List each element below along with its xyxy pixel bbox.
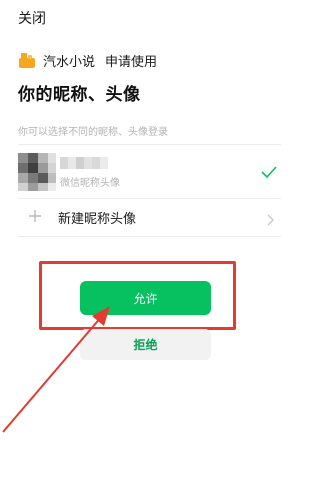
account-nickname-blurred	[60, 154, 108, 169]
close-button[interactable]: 关闭	[18, 8, 46, 28]
wechat-profile-option[interactable]: 微信昵称头像	[18, 146, 281, 196]
allow-button[interactable]: 允许	[80, 281, 211, 315]
app-name: 汽水小说	[43, 54, 96, 70]
new-profile-label: 新建昵称头像	[58, 212, 137, 227]
hint-text: 你可以选择不同的昵称、头像登录	[18, 127, 168, 138]
divider	[18, 144, 281, 145]
divider	[18, 236, 281, 237]
request-text: 申请使用	[105, 54, 158, 70]
app-request-row: 汽水小说 申请使用	[18, 50, 157, 70]
app-logo-icon	[18, 51, 36, 69]
chevron-right-icon	[267, 211, 275, 226]
account-subtitle: 微信昵称头像	[60, 178, 120, 189]
new-profile-option[interactable]: 新建昵称头像	[18, 200, 281, 234]
page-title: 你的昵称、头像	[18, 85, 141, 105]
check-icon	[261, 164, 277, 179]
annotation-arrow	[2, 306, 110, 433]
divider	[18, 198, 281, 199]
avatar	[18, 153, 56, 191]
reject-button[interactable]: 拒绝	[80, 329, 211, 360]
plus-icon	[28, 208, 42, 222]
